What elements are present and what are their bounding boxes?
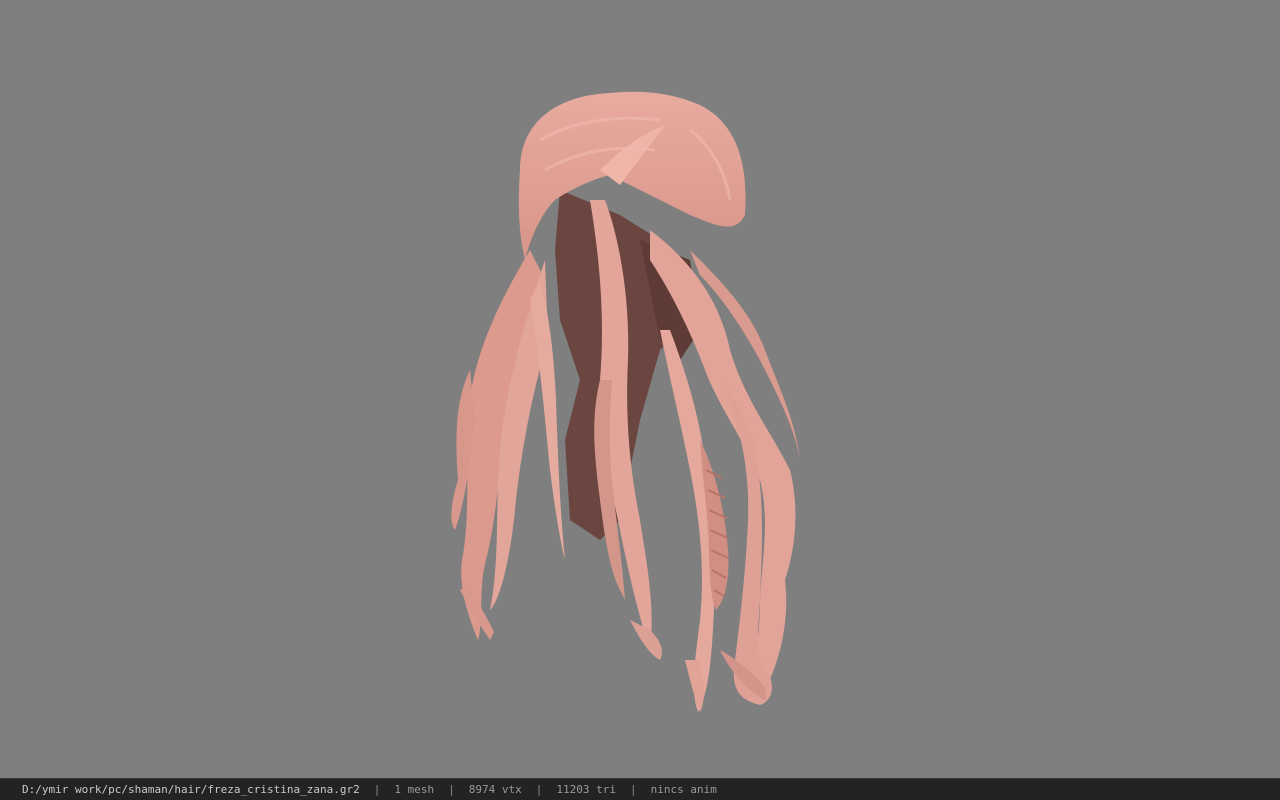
- status-separator: |: [448, 783, 455, 796]
- vertex-count: 8974 vtx: [468, 783, 522, 796]
- hair-left-strand-4: [530, 280, 565, 560]
- 3d-viewport[interactable]: [0, 0, 1280, 778]
- hair-right-strand-3: [660, 330, 715, 712]
- file-path: D:/ymir work/pc/shaman/hair/freza_cristi…: [22, 783, 360, 796]
- triangle-count: 11203 tri: [556, 783, 616, 796]
- status-separator: |: [373, 783, 381, 796]
- animation-status: nincs anim: [650, 783, 717, 796]
- status-bar: D:/ymir work/pc/shaman/hair/freza_cristi…: [0, 778, 1280, 800]
- status-separator: |: [629, 783, 637, 796]
- status-separator: |: [535, 783, 543, 796]
- mesh-count: 1 mesh: [394, 783, 435, 796]
- hair-model-render[interactable]: [0, 0, 1280, 778]
